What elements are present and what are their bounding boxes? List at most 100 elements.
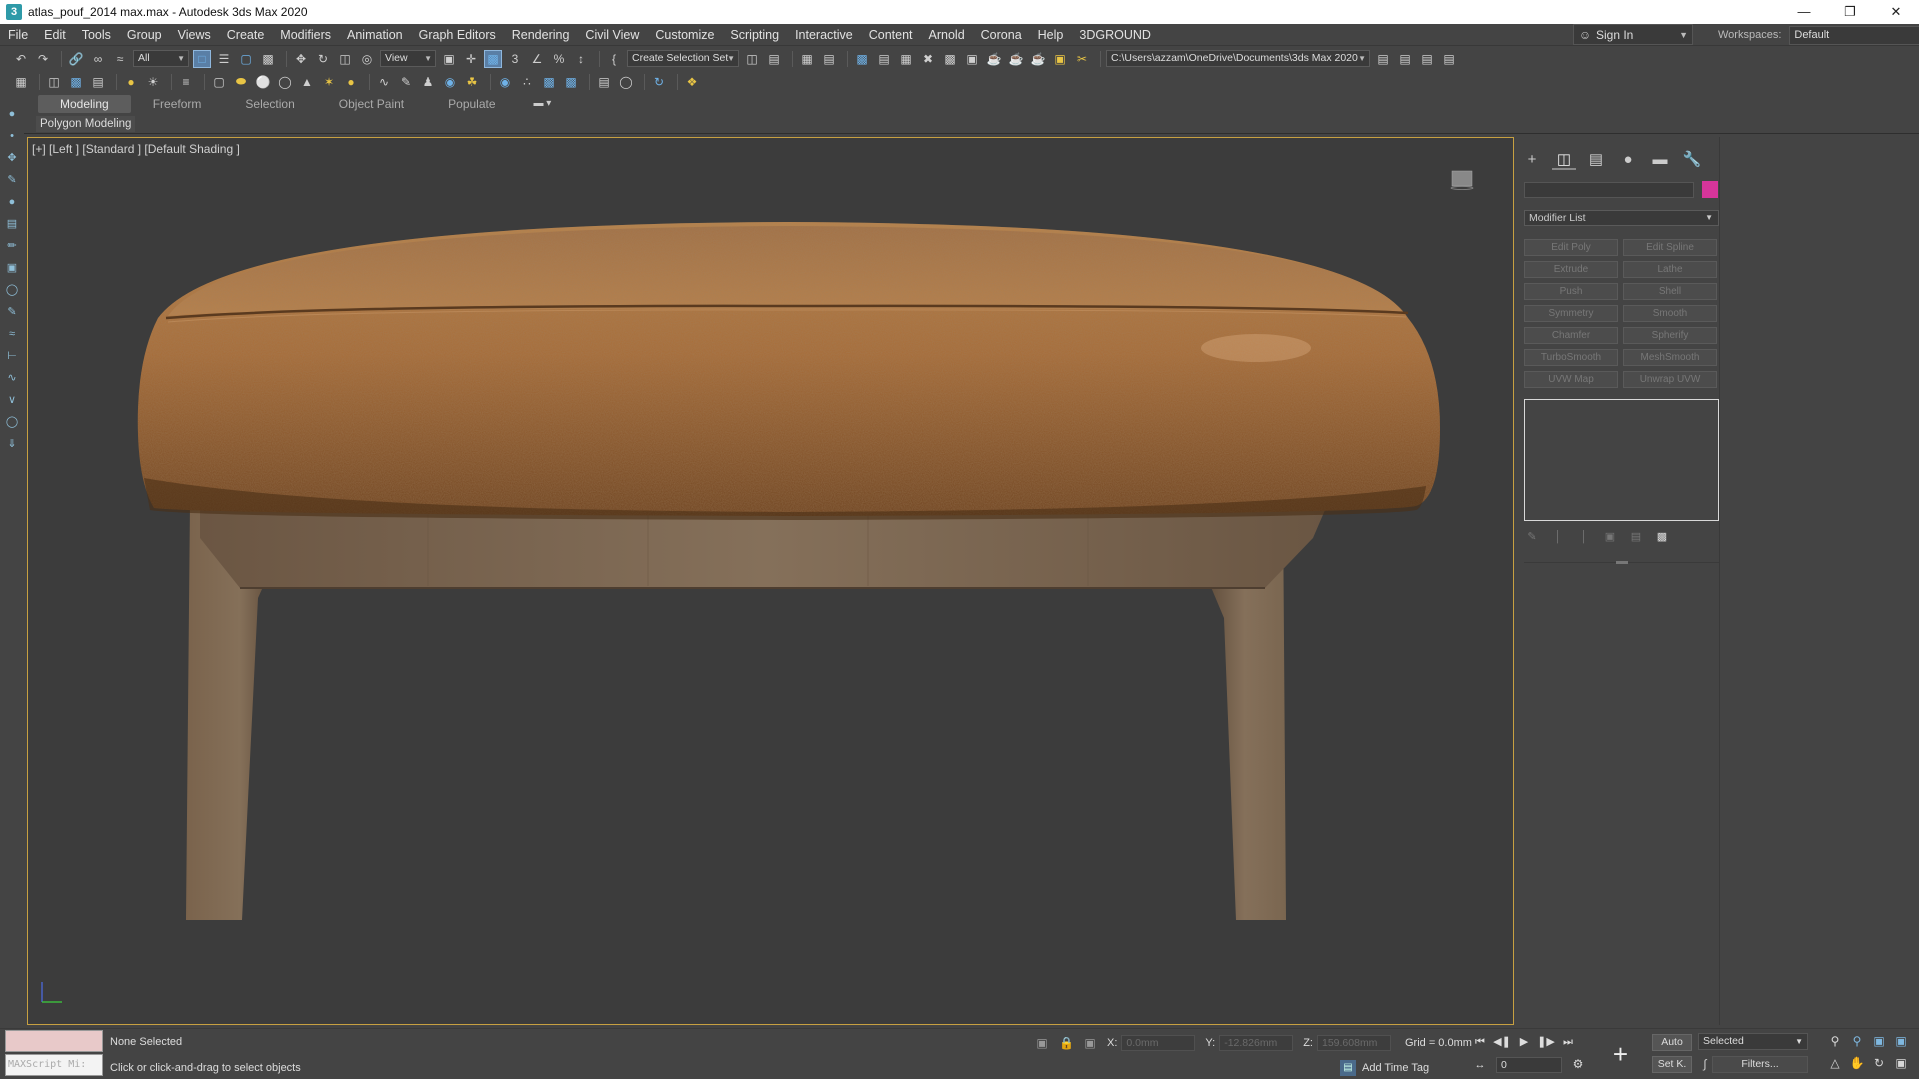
unlink-icon[interactable]: ∞: [89, 50, 107, 68]
tab-object-paint[interactable]: Object Paint: [317, 95, 426, 113]
create-tab-icon[interactable]: +: [1520, 150, 1544, 170]
cylinder-icon[interactable]: ⬬: [232, 73, 250, 91]
light-icon[interactable]: ✶: [320, 73, 338, 91]
tab-freeform[interactable]: Freeform: [131, 95, 224, 113]
set-key-button[interactable]: Set K.: [1652, 1056, 1692, 1073]
viewport-left[interactable]: [+] [Left ] [Standard ] [Default Shading…: [27, 137, 1514, 1025]
spinner-snap-icon[interactable]: ↕: [572, 50, 590, 68]
sync-icon[interactable]: ↻: [650, 73, 668, 91]
render-preset-icon[interactable]: ●: [122, 73, 140, 91]
utilities-tab-icon[interactable]: 🔧: [1680, 150, 1704, 170]
modifier-uvw-map-button[interactable]: UVW Map: [1524, 371, 1618, 388]
menu-create[interactable]: Create: [219, 24, 273, 46]
orbit-icon[interactable]: ◯: [4, 282, 20, 298]
pin-stack-icon[interactable]: ✎: [1524, 529, 1540, 545]
modifier-push-button[interactable]: Push: [1524, 283, 1618, 300]
box-icon[interactable]: ▢: [210, 73, 228, 91]
batch-render-icon[interactable]: ▤: [595, 73, 613, 91]
layer-manager-icon[interactable]: ▤: [89, 73, 107, 91]
zoom-all-icon[interactable]: ⚲: [1848, 1032, 1866, 1050]
maximize-button[interactable]: ❐: [1827, 0, 1873, 24]
schematic-view-icon[interactable]: ▦: [897, 50, 915, 68]
render-iterative-icon[interactable]: ☕: [1029, 50, 1047, 68]
display-icon[interactable]: ∨: [4, 392, 20, 408]
auto-key-button[interactable]: Auto: [1652, 1034, 1692, 1051]
figure-icon[interactable]: ♟: [419, 73, 437, 91]
3dsmax-app-icon[interactable]: 3: [6, 4, 22, 20]
go-to-end-icon[interactable]: ⏭: [1558, 1033, 1578, 1051]
polygon-modeling-panel[interactable]: Polygon Modeling: [36, 116, 136, 132]
show-end-result-icon[interactable]: │: [1550, 529, 1566, 545]
view-icon[interactable]: ◯: [4, 414, 20, 430]
add-time-tag[interactable]: ▤ Add Time Tag: [1340, 1060, 1429, 1076]
rendered-frame-window-icon[interactable]: ▣: [963, 50, 981, 68]
compositor-icon[interactable]: ▩: [562, 73, 580, 91]
maxscript-listener[interactable]: MAXScript Mi:: [5, 1030, 103, 1076]
isolate-selection-icon[interactable]: ▣: [1035, 1036, 1049, 1050]
menu-group[interactable]: Group: [119, 24, 170, 46]
zoom-extents-icon[interactable]: ▣: [1870, 1032, 1888, 1050]
current-frame-field[interactable]: 0: [1496, 1057, 1562, 1073]
menu-tools[interactable]: Tools: [74, 24, 119, 46]
menu-graph-editors[interactable]: Graph Editors: [411, 24, 504, 46]
selection-filter-dropdown[interactable]: All ▼: [133, 50, 189, 67]
tab-selection[interactable]: Selection: [223, 95, 316, 113]
move-icon[interactable]: ✥: [292, 50, 310, 68]
menu-edit[interactable]: Edit: [36, 24, 74, 46]
orbit-nav-icon[interactable]: ↻: [1870, 1054, 1888, 1072]
modifier-turbosmooth-button[interactable]: TurboSmooth: [1524, 349, 1618, 366]
menu-scripting[interactable]: Scripting: [722, 24, 787, 46]
menu-customize[interactable]: Customize: [647, 24, 722, 46]
delete-modifier-icon[interactable]: ▤: [1628, 529, 1644, 545]
torus-icon[interactable]: ◯: [276, 73, 294, 91]
corona-render-icon[interactable]: ▣: [1051, 50, 1069, 68]
hierarchy-tab-icon[interactable]: ▤: [1584, 150, 1608, 170]
pin-icon[interactable]: ❖: [683, 73, 701, 91]
key-mode-dropdown[interactable]: Selected ▼: [1698, 1033, 1808, 1050]
render-production-icon[interactable]: ☕: [985, 50, 1003, 68]
mesh-tools-icon[interactable]: ≡: [177, 73, 195, 91]
texture-icon[interactable]: ▩: [540, 73, 558, 91]
object-color-swatch[interactable]: [1702, 181, 1718, 198]
reference-coordinate-dropdown[interactable]: View ▼: [380, 50, 436, 67]
edit-named-selection-icon[interactable]: {: [605, 50, 623, 68]
menu-views[interactable]: Views: [170, 24, 219, 46]
go-to-start-icon[interactable]: ⏮: [1470, 1033, 1490, 1051]
time-configuration-icon[interactable]: ⚙: [1570, 1056, 1586, 1072]
mirror-icon[interactable]: ◫: [743, 50, 761, 68]
redo-icon[interactable]: ↷: [34, 50, 52, 68]
object-name-field[interactable]: [1524, 182, 1694, 198]
viewport-label[interactable]: [+] [Left ] [Standard ] [Default Shading…: [32, 142, 240, 156]
menu-corona[interactable]: Corona: [973, 24, 1030, 46]
window-crossing-icon[interactable]: ▩: [259, 50, 277, 68]
menu-file[interactable]: File: [0, 24, 36, 46]
modifier-list-dropdown[interactable]: Modifier List ▼: [1524, 210, 1719, 226]
display-tab-icon[interactable]: ▬: [1648, 150, 1672, 170]
material-editor-icon[interactable]: ✖: [919, 50, 937, 68]
grid-icon[interactable]: ▦: [12, 73, 30, 91]
cone-icon[interactable]: ▲: [298, 73, 316, 91]
brush-alt-icon[interactable]: ✎: [4, 304, 20, 320]
viewcube-icon[interactable]: [1450, 170, 1474, 190]
menu-rendering[interactable]: Rendering: [504, 24, 578, 46]
sphere-icon[interactable]: ⚪: [254, 73, 272, 91]
menu-arnold[interactable]: Arnold: [921, 24, 973, 46]
key-filters-button[interactable]: Filters...: [1712, 1056, 1808, 1073]
open-project-icon[interactable]: ▤: [1396, 50, 1414, 68]
pen-icon[interactable]: ✏: [4, 238, 20, 254]
tools-icon[interactable]: ☀: [144, 73, 162, 91]
menu-interactive[interactable]: Interactive: [787, 24, 861, 46]
curve-editor-icon[interactable]: ▤: [875, 50, 893, 68]
modifier-extrude-button[interactable]: Extrude: [1524, 261, 1618, 278]
menu-modifiers[interactable]: Modifiers: [272, 24, 339, 46]
maxscript-output[interactable]: [5, 1030, 103, 1052]
move-tool-icon[interactable]: ✥: [4, 150, 20, 166]
minimize-button[interactable]: —: [1781, 0, 1827, 24]
modifier-spherify-button[interactable]: Spherify: [1623, 327, 1717, 344]
select-object-icon[interactable]: □: [193, 49, 211, 68]
z-coordinate-field[interactable]: 159.608mm: [1316, 1035, 1391, 1051]
next-frame-icon[interactable]: ❚▶: [1536, 1033, 1556, 1051]
remove-modifier-icon[interactable]: ▣: [1602, 529, 1618, 545]
render-activeshade-icon[interactable]: ☕: [1007, 50, 1025, 68]
play-icon[interactable]: ▶: [1514, 1033, 1534, 1051]
